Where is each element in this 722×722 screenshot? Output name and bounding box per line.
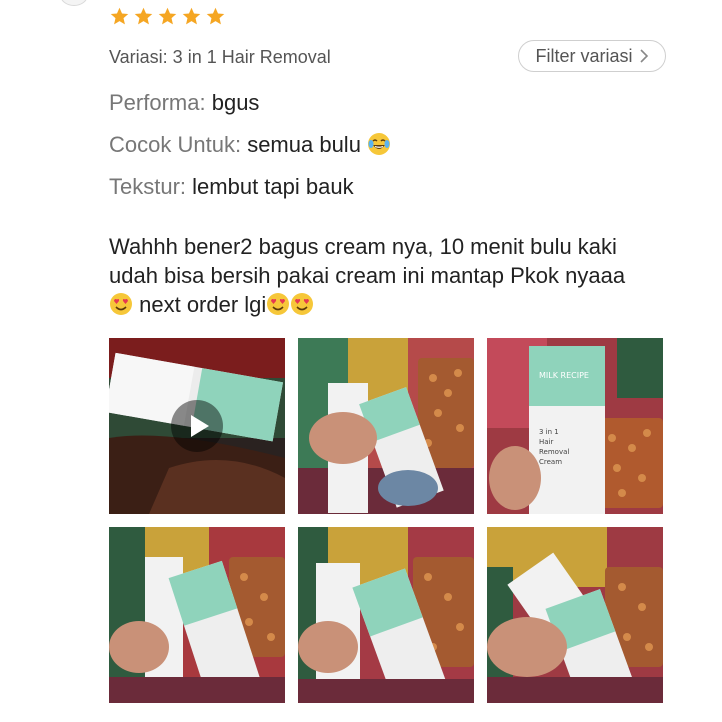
- attribute-key: Performa:: [109, 90, 206, 115]
- star-icon: [134, 7, 153, 25]
- attribute-key: Cocok Untuk:: [109, 132, 242, 157]
- star-icon: [158, 7, 177, 25]
- heart-eyes-emoji-icon: [110, 293, 132, 315]
- review-line: Wahhh bener2 bagus cream nya, 10 menit b…: [109, 234, 617, 259]
- reviewer-avatar[interactable]: [60, 0, 88, 6]
- filter-variation-button[interactable]: Filter variasi: [518, 40, 666, 72]
- rating-stars: [109, 6, 226, 27]
- chevron-right-icon: [639, 49, 648, 63]
- face-with-tears-of-joy-icon: [368, 133, 391, 155]
- attribute-value: bgus: [211, 90, 260, 115]
- product-name-line: Removal: [539, 448, 569, 456]
- review-photo-1[interactable]: [298, 338, 474, 514]
- attribute-tekstur: Tekstur: lembut tapi bauk: [109, 174, 354, 200]
- product-brand-text: MILK RECIPE: [539, 371, 589, 380]
- star-icon: [182, 7, 201, 25]
- star-icon: [206, 7, 225, 25]
- product-name-line: Hair: [539, 438, 553, 446]
- star-icon: [110, 7, 129, 25]
- filter-variation-label: Filter variasi: [535, 45, 633, 66]
- review-photo-2[interactable]: MILK RECIPE 3 in 1 Hair Removal Cream: [487, 338, 663, 514]
- product-photo: [487, 527, 663, 703]
- product-photo: [109, 527, 285, 703]
- review-text: Wahhh bener2 bagus cream nya, 10 menit b…: [109, 232, 679, 319]
- review-line-text: next order lgi: [139, 292, 267, 317]
- product-photo: [298, 338, 474, 514]
- product-photo: [298, 527, 474, 703]
- attribute-performa: Performa: bgus: [109, 90, 259, 116]
- product-photo: MILK RECIPE 3 in 1 Hair Removal Cream: [487, 338, 663, 514]
- heart-eyes-emoji-icon: [291, 293, 314, 315]
- product-name-line: 3 in 1: [539, 428, 559, 436]
- product-name-line: Cream: [539, 458, 562, 466]
- attribute-key: Tekstur:: [109, 174, 187, 199]
- attribute-value: lembut tapi bauk: [192, 174, 354, 199]
- review-photo-5[interactable]: [487, 527, 663, 703]
- attribute-cocok-untuk: Cocok Untuk: semua bulu: [109, 132, 391, 158]
- heart-eyes-emoji-icon: [267, 293, 290, 315]
- review-video-thumbnail[interactable]: [109, 338, 285, 514]
- attribute-value: semua bulu: [247, 132, 361, 157]
- variation-label: Variasi: 3 in 1 Hair Removal: [109, 47, 331, 67]
- review-photo-4[interactable]: [298, 527, 474, 703]
- review-photo-3[interactable]: [109, 527, 285, 703]
- play-icon[interactable]: [171, 400, 223, 452]
- review-line: next order lgi: [109, 290, 679, 319]
- review-line: udah bisa bersih pakai cream ini mantap …: [109, 263, 626, 288]
